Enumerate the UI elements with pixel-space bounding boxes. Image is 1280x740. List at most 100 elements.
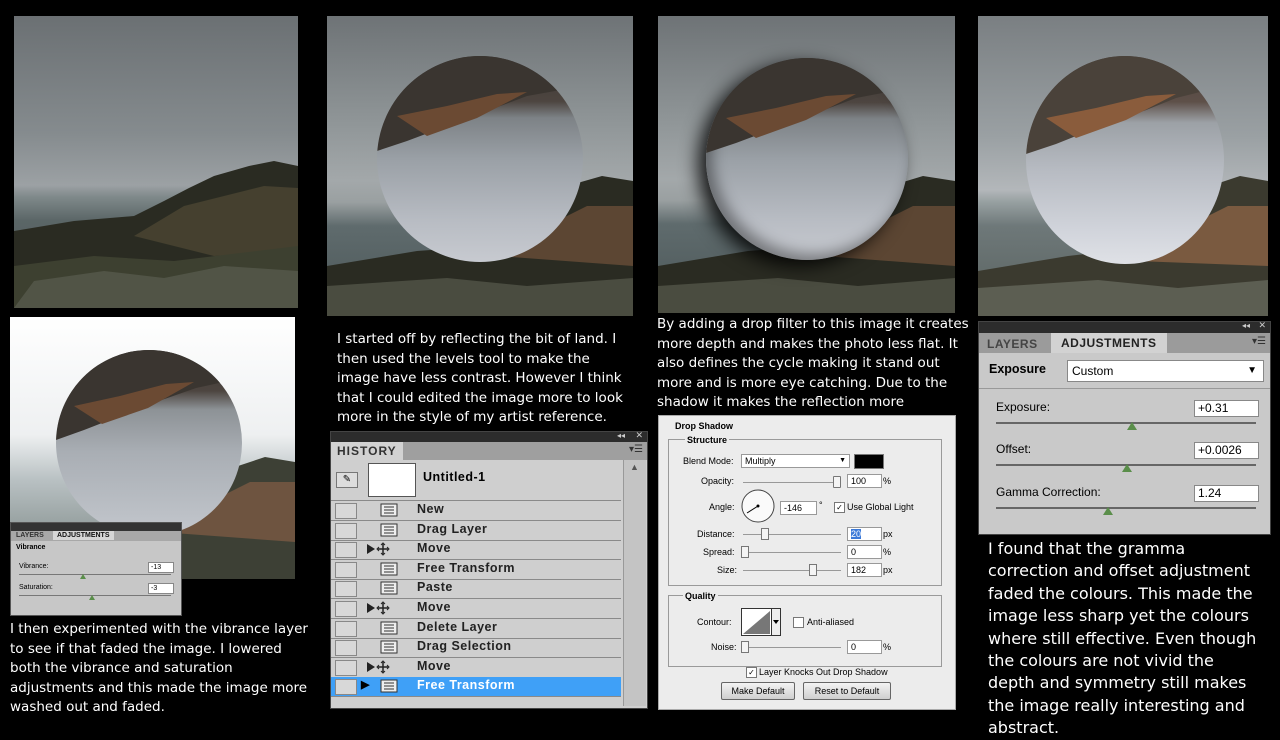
collapse-icon[interactable]: ◂◂ [617, 431, 625, 440]
panel-menu-icon[interactable]: ▾☰ [1252, 336, 1266, 347]
history-item-label: Delete Layer [417, 619, 498, 634]
document-icon [379, 523, 399, 537]
history-state-checkbox[interactable] [335, 581, 357, 598]
snapshot-label: Untitled-1 [423, 470, 486, 484]
tab-adjustments[interactable]: ADJUSTMENTS [1051, 333, 1167, 353]
history-list: New Drag Layer Move Free Transform Paste Move… [331, 501, 621, 701]
history-item[interactable]: Drag Selection [331, 638, 621, 659]
history-item-label: New [417, 502, 445, 516]
distance-unit: px [883, 529, 893, 539]
noise-field[interactable]: 0 [847, 640, 882, 654]
size-unit: px [883, 565, 893, 575]
history-item[interactable]: Delete Layer [331, 619, 621, 639]
history-state-checkbox[interactable] [335, 601, 357, 617]
vibrance-panel: LAYERS ADJUSTMENTS Vibrance Vibrance: -1… [10, 522, 182, 616]
knockout-checkbox[interactable]: ✓ [746, 667, 757, 678]
vibrance-slider-thumb[interactable] [80, 574, 86, 579]
quality-group [668, 595, 942, 667]
quality-heading: Quality [683, 591, 718, 601]
history-item-label: Free Transform [417, 678, 516, 693]
history-item[interactable]: Drag Layer [331, 521, 621, 541]
history-item[interactable]: Paste [331, 579, 621, 600]
photo-reflection [327, 16, 633, 316]
history-state-checkbox[interactable] [335, 503, 357, 519]
exposure-field[interactable]: +0.31 [1194, 400, 1259, 417]
history-state-checkbox[interactable] [335, 620, 357, 637]
noise-slider-thumb[interactable] [741, 641, 749, 653]
size-field[interactable]: 182 [847, 563, 882, 577]
chevron-down-icon: ▼ [1247, 365, 1257, 376]
history-item[interactable]: Move [331, 599, 621, 619]
history-item[interactable]: Free Transform [331, 560, 621, 580]
gamma-label: Gamma Correction: [996, 485, 1101, 499]
anti-aliased-checkbox[interactable] [793, 617, 804, 628]
noise-label: Noise: [711, 642, 737, 652]
scroll-up-icon[interactable]: ▲ [630, 462, 639, 472]
distance-field[interactable]: 20 [847, 527, 882, 541]
history-item[interactable]: New [331, 501, 621, 521]
blend-mode-select[interactable]: Multiply ▼ [741, 454, 850, 468]
distance-slider-thumb[interactable] [761, 528, 769, 540]
contour-picker[interactable] [741, 608, 781, 636]
document-icon [379, 503, 399, 517]
size-slider-thumb[interactable] [809, 564, 817, 576]
history-item-label: Move [417, 541, 451, 556]
history-state-checkbox[interactable] [335, 640, 357, 657]
close-icon[interactable]: ✕ [635, 430, 643, 441]
tab-layers[interactable]: LAYERS [987, 337, 1038, 351]
document-icon [379, 679, 399, 693]
shadow-color-swatch[interactable] [854, 454, 884, 469]
opacity-label: Opacity: [701, 476, 735, 486]
exposure-circle [1026, 56, 1224, 264]
make-default-button[interactable]: Make Default [721, 682, 795, 700]
history-state-checkbox[interactable] [335, 542, 357, 559]
angle-field[interactable]: -146 [780, 501, 817, 515]
history-item[interactable]: Move [331, 540, 621, 561]
chevron-down-icon: ▼ [839, 457, 846, 464]
blend-mode-label: Blend Mode: [683, 456, 734, 466]
exposure-slider-thumb[interactable] [1127, 422, 1137, 430]
gamma-slider-thumb[interactable] [1103, 507, 1113, 515]
spread-slider-thumb[interactable] [741, 546, 749, 558]
global-light-checkbox[interactable]: ✓ [834, 502, 845, 513]
history-state-checkbox[interactable] [335, 679, 357, 696]
caption-gamma: I found that the gramma correction and o… [988, 539, 1257, 738]
distance-label: Distance: [697, 529, 735, 539]
brush-icon: ✎ [336, 472, 358, 488]
panel-menu-icon[interactable]: ▾☰ [629, 444, 643, 455]
vibrance-label: Vibrance: [19, 563, 49, 570]
offset-slider-thumb[interactable] [1122, 464, 1132, 472]
photo-original [14, 16, 298, 308]
move-icon [367, 601, 399, 615]
history-item[interactable]: ▶ Free Transform [331, 677, 621, 698]
noise-unit: % [883, 642, 892, 652]
close-icon[interactable]: ✕ [1258, 320, 1266, 331]
saturation-field[interactable]: -3 [148, 583, 174, 594]
reset-default-button[interactable]: Reset to Default [803, 682, 891, 700]
panel-heading: Vibrance [16, 544, 46, 551]
dialog-title: Drop Shadow [675, 421, 733, 431]
tab-layers[interactable]: LAYERS [16, 532, 44, 539]
history-snapshot[interactable]: ✎ Untitled-1 [331, 460, 621, 501]
history-scrollbar[interactable]: ▲ [623, 460, 646, 706]
history-state-checkbox[interactable] [335, 561, 357, 578]
collapse-icon[interactable]: ◂◂ [1242, 321, 1250, 330]
angle-dial[interactable] [741, 489, 775, 523]
history-state-checkbox[interactable] [335, 659, 357, 676]
history-tab[interactable]: HISTORY [331, 442, 403, 460]
anti-aliased-label: Anti-aliased [807, 617, 855, 627]
saturation-slider-thumb[interactable] [89, 595, 95, 600]
offset-field[interactable]: +0.0026 [1194, 442, 1259, 459]
opacity-slider-thumb[interactable] [833, 476, 841, 488]
exposure-label: Exposure: [996, 400, 1051, 414]
offset-label: Offset: [996, 442, 1032, 456]
gamma-field[interactable]: 1.24 [1194, 485, 1259, 502]
history-item[interactable]: Move [331, 658, 621, 678]
spread-field[interactable]: 0 [847, 545, 882, 559]
tab-adjustments[interactable]: ADJUSTMENTS [53, 531, 114, 540]
preset-select[interactable]: Custom ▼ [1067, 360, 1264, 382]
vibrance-field[interactable]: -13 [148, 562, 174, 573]
history-state-checkbox[interactable] [335, 522, 357, 539]
exposure-slider-track [996, 422, 1256, 424]
opacity-field[interactable]: 100 [847, 474, 882, 488]
